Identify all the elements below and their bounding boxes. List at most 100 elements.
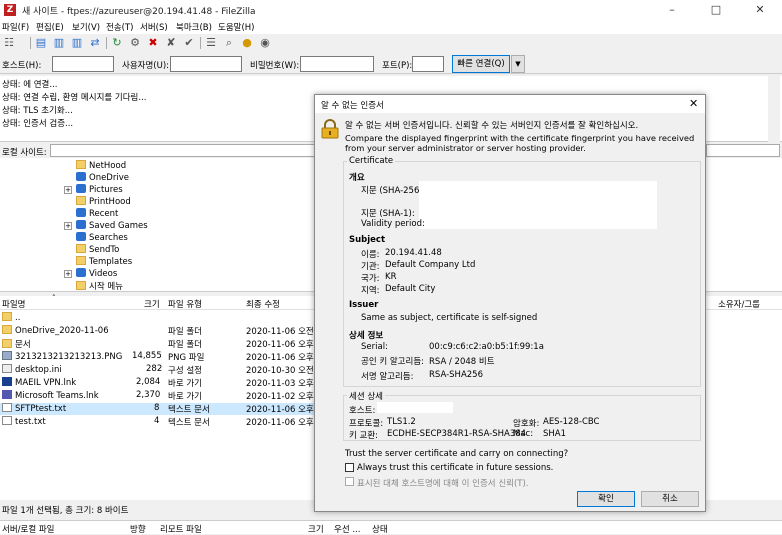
tree-item[interactable]: Searches — [76, 232, 128, 244]
cancel-icon[interactable]: ✖ — [146, 36, 160, 50]
table-row[interactable]: 문서 파일 폴더 2020-11-06 오후 ... — [0, 338, 325, 350]
protocol-value: TLS1.2 — [387, 417, 416, 427]
filter-icon[interactable]: ☰ — [204, 36, 218, 50]
tree-item[interactable]: Videos — [76, 268, 117, 280]
menu-edit[interactable]: 편집(E) — [36, 21, 64, 33]
text-file-icon — [2, 416, 12, 425]
file-name: SFTPtest.txt — [15, 404, 67, 414]
kex-value: ECDHE-SECP384R1-RSA-SHA384 — [387, 429, 527, 439]
tree-item-label: 시작 메뉴 — [89, 282, 123, 292]
quickconnect-dropdown-icon[interactable]: ▼ — [511, 55, 525, 73]
local-site-label: 로컬 사이트: — [2, 148, 47, 158]
toggle-log-icon[interactable]: ▤ — [34, 36, 48, 50]
queue-column-server-local[interactable]: 서버/로컬 파일 — [2, 523, 55, 535]
tree-item[interactable]: Saved Games — [76, 220, 148, 232]
subject-heading: Subject — [349, 235, 386, 245]
tree-item[interactable]: OneDrive — [76, 172, 129, 184]
maximize-icon[interactable]: □ — [694, 0, 738, 20]
search-icon[interactable]: ⌕ — [222, 36, 236, 50]
queue-column-status[interactable]: 상태 — [372, 523, 388, 535]
always-trust-label[interactable]: Always trust this certificate in future … — [357, 463, 553, 473]
detail-value: RSA-SHA256 — [429, 370, 483, 380]
cancel-button[interactable]: 취소 — [641, 491, 699, 507]
binoculars-icon[interactable]: ◉ — [258, 36, 272, 50]
column-type[interactable]: 파일 유형 — [168, 298, 202, 310]
folder-icon — [76, 256, 86, 265]
menu-view[interactable]: 보기(V) — [72, 21, 100, 33]
dialog-close-icon[interactable]: ✕ — [689, 97, 698, 110]
host-input[interactable] — [52, 56, 114, 72]
table-row-selected[interactable]: SFTPtest.txt 8 텍스트 문서 2020-11-06 오후 ... — [0, 403, 325, 415]
trust-alt-hostname-checkbox[interactable] — [345, 477, 354, 486]
queue-column-priority[interactable]: 우선 ... — [334, 523, 360, 535]
issuer-heading: Issuer — [349, 300, 379, 310]
details-heading: 상세 정보 — [349, 331, 384, 341]
tree-item-label: Videos — [89, 269, 118, 279]
queue-column-direction[interactable]: 방향 — [130, 523, 146, 535]
menu-transfer[interactable]: 전송(T) — [106, 21, 133, 33]
expand-icon[interactable]: + — [64, 270, 72, 278]
title-bar: Z 새 사이트 - ftpes://azureuser@20.194.41.48… — [0, 0, 782, 20]
fingerprint-value-area — [419, 181, 657, 229]
toggle-local-tree-icon[interactable]: ▥ — [52, 36, 66, 50]
site-manager-icon[interactable]: ☷ — [2, 36, 16, 50]
table-row[interactable]: Microsoft Teams.lnk 2,370 바로 가기 2020-11-… — [0, 390, 325, 402]
username-label: 사용자명(U): — [122, 61, 169, 71]
subject-value: 20.194.41.48 — [385, 248, 442, 258]
expand-icon[interactable]: + — [64, 186, 72, 194]
table-row[interactable]: .. — [0, 312, 314, 324]
quickconnect-button[interactable]: 빠른 연결(Q) — [452, 55, 510, 73]
tree-item[interactable]: PrintHood — [76, 196, 131, 208]
sha256-label: 지문 (SHA-256): — [361, 186, 426, 196]
username-input[interactable] — [170, 56, 242, 72]
queue-column-size[interactable]: 크기 — [308, 523, 324, 535]
menu-help[interactable]: 도움말(H) — [218, 21, 254, 33]
queue-column-remote[interactable]: 리모트 파일 — [160, 523, 202, 535]
disconnect-icon[interactable]: ✘ — [164, 36, 178, 50]
tree-item-label: Pictures — [89, 185, 123, 195]
column-modified[interactable]: 최종 수정 — [246, 298, 280, 310]
trust-alt-hostname-label[interactable]: 표시된 대체 호스트명에 대해 이 인증서 신뢰(T). — [357, 477, 529, 489]
menu-bookmarks[interactable]: 북마크(B) — [176, 21, 212, 33]
close-icon[interactable]: ✕ — [738, 0, 782, 20]
tree-item[interactable]: 시작 메뉴 — [76, 280, 123, 292]
issuer-text: Same as subject, certificate is self-sig… — [361, 313, 538, 323]
sync-browse-icon[interactable]: ● — [240, 36, 254, 50]
remote-path-input[interactable] — [706, 144, 780, 157]
file-modified: 2020-11-02 오후 ... — [246, 392, 325, 402]
password-input[interactable] — [300, 56, 374, 72]
tree-item[interactable]: Pictures — [76, 184, 123, 196]
column-name[interactable]: 파일명 — [2, 298, 25, 310]
process-queue-icon[interactable]: ⚙ — [128, 36, 142, 50]
table-row[interactable]: MAEIL VPN.lnk 2,084 바로 가기 2020-11-03 오후 … — [0, 377, 325, 389]
tree-item[interactable]: Templates — [76, 256, 132, 268]
ok-button[interactable]: 확인 — [577, 491, 635, 507]
port-input[interactable] — [412, 56, 444, 72]
detail-label: Serial: — [361, 342, 388, 352]
menu-file[interactable]: 파일(F) — [2, 21, 29, 33]
table-row[interactable]: desktop.ini 282 구성 설정 2020-10-30 오전 ... — [0, 364, 325, 376]
column-owner[interactable]: 소유자/그룹 — [718, 298, 760, 310]
filezilla-icon: Z — [4, 4, 16, 16]
refresh-icon[interactable]: ↻ — [110, 36, 124, 50]
searches-icon — [76, 232, 86, 241]
local-path-input[interactable] — [50, 144, 316, 157]
tree-item[interactable]: SendTo — [76, 244, 119, 256]
menu-server[interactable]: 서버(S) — [140, 21, 168, 33]
reconnect-icon[interactable]: ✔ — [182, 36, 196, 50]
subject-label: 지역: — [361, 286, 380, 296]
minimize-icon[interactable]: – — [650, 0, 694, 20]
always-trust-checkbox[interactable] — [345, 463, 354, 472]
column-size[interactable]: 크기 — [144, 298, 160, 310]
log-scrollbar[interactable] — [768, 76, 780, 142]
tree-item[interactable]: NetHood — [76, 160, 126, 172]
unknown-certificate-dialog: 알 수 없는 인증서 ✕ 알 수 없는 서버 인증서입니다. 신뢰할 수 있는 … — [314, 94, 706, 512]
toggle-remote-tree-icon[interactable]: ▥ — [70, 36, 84, 50]
pictures-icon — [76, 184, 86, 193]
table-row[interactable]: test.txt 4 텍스트 문서 2020-11-06 오후 ... — [0, 416, 325, 428]
table-row[interactable]: 3213213213213213.PNG 14,855 PNG 파일 2020-… — [0, 351, 325, 363]
expand-icon[interactable]: + — [64, 222, 72, 230]
tree-item[interactable]: Recent — [76, 208, 118, 220]
toggle-queue-icon[interactable]: ⇄ — [88, 36, 102, 50]
table-row[interactable]: OneDrive_2020-11-06 파일 폴더 2020-11-06 오전 … — [0, 325, 325, 337]
